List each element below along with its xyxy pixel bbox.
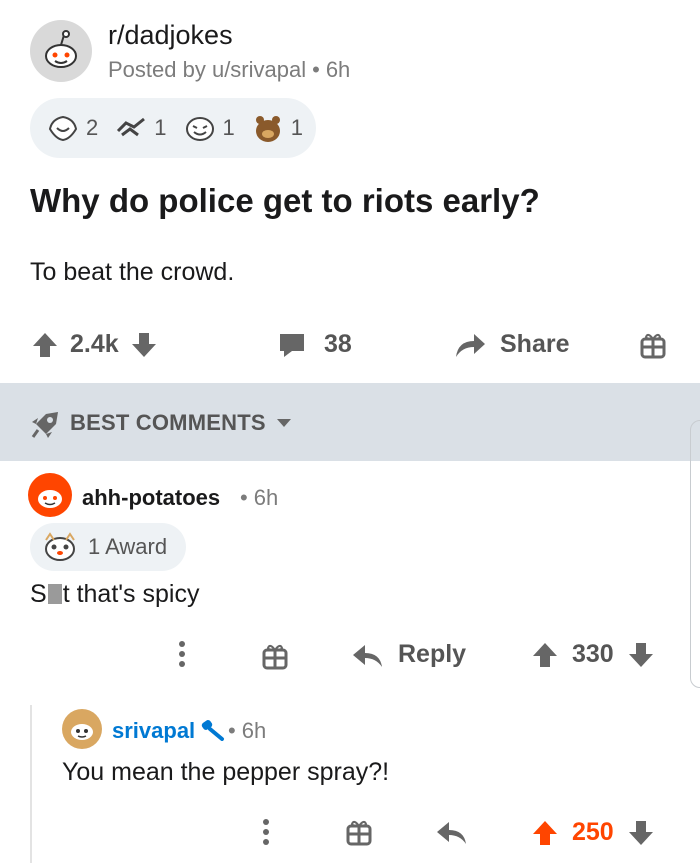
rocket-icon bbox=[31, 412, 58, 438]
chevron-down-icon bbox=[276, 419, 291, 427]
reply-vote-group: 250 bbox=[532, 818, 654, 847]
meta-separator: • bbox=[228, 718, 236, 743]
gift-icon bbox=[640, 333, 666, 359]
scroll-edge bbox=[690, 420, 700, 688]
award-count-2: 1 bbox=[154, 115, 167, 140]
upvote-arrow-icon[interactable] bbox=[32, 331, 58, 359]
posted-by-text[interactable]: Posted by u/srivapal bbox=[108, 57, 306, 83]
comment-reply-button[interactable]: Reply bbox=[352, 640, 466, 669]
comment-username[interactable]: ahh-potatoes bbox=[82, 485, 220, 511]
downvote-arrow-icon[interactable] bbox=[628, 641, 654, 669]
reply-arrow-icon bbox=[353, 644, 382, 667]
post-time: 6h bbox=[325, 57, 351, 82]
meta-separator: • bbox=[240, 485, 248, 510]
comment-text-start: S bbox=[30, 580, 47, 608]
reply-avatar[interactable] bbox=[62, 709, 102, 749]
gift-icon bbox=[346, 820, 372, 846]
share-arrow-icon bbox=[456, 333, 485, 357]
snoo-icon bbox=[45, 30, 77, 68]
reply-more-button[interactable] bbox=[262, 818, 270, 851]
handshake-award-icon bbox=[117, 117, 146, 137]
comment-award-label: 1 Award bbox=[88, 534, 168, 559]
sort-label: BEST COMMENTS bbox=[70, 410, 266, 435]
reply-label: Reply bbox=[398, 640, 467, 668]
post-awards[interactable]: 2 1 1 1 bbox=[30, 98, 316, 158]
share-button[interactable]: Share bbox=[454, 330, 569, 359]
subreddit-avatar[interactable] bbox=[30, 20, 92, 82]
comments-button[interactable]: 38 bbox=[278, 330, 352, 359]
reply-username[interactable]: srivapal bbox=[112, 718, 195, 744]
reply-score: 250 bbox=[572, 818, 614, 846]
award-count-4: 1 bbox=[290, 115, 303, 140]
gift-icon bbox=[262, 644, 288, 670]
dog-award-icon bbox=[45, 532, 75, 561]
censor-block bbox=[47, 584, 62, 604]
post-body: To beat the crowd. bbox=[30, 258, 235, 286]
snoo-icon bbox=[38, 490, 62, 508]
more-options-icon bbox=[263, 819, 269, 845]
snoo-icon bbox=[71, 724, 93, 740]
meta-separator: • bbox=[312, 57, 320, 82]
reply-text: You mean the pepper spray?! bbox=[62, 758, 390, 786]
reply-arrow-icon bbox=[437, 822, 466, 844]
op-microphone-icon bbox=[201, 720, 224, 741]
laughing-face-award-icon bbox=[185, 117, 214, 141]
reply-give-award-button[interactable] bbox=[346, 818, 372, 851]
comment-bubble-icon bbox=[280, 333, 304, 357]
reply-time: 6h bbox=[241, 718, 267, 743]
comments-count: 38 bbox=[324, 330, 352, 358]
post-title[interactable]: Why do police get to riots early? bbox=[30, 182, 540, 220]
post-meta: Posted by u/srivapal • 6h bbox=[108, 57, 350, 83]
award-count-1: 2 bbox=[86, 115, 99, 140]
comment-score: 330 bbox=[572, 640, 614, 668]
wholesome-award-icon bbox=[48, 115, 78, 142]
downvote-arrow-icon[interactable] bbox=[628, 819, 654, 847]
sort-dropdown[interactable]: BEST COMMENTS bbox=[70, 410, 292, 436]
comment-time: 6h bbox=[253, 485, 279, 510]
comment-text: St that's spicy bbox=[30, 580, 199, 609]
post-vote-group: 2.4k bbox=[32, 330, 157, 359]
award-count-3: 1 bbox=[222, 115, 235, 140]
commenter-avatar[interactable] bbox=[28, 473, 72, 517]
downvote-arrow-icon[interactable] bbox=[131, 331, 157, 359]
post-score: 2.4k bbox=[70, 330, 119, 358]
comment-awards[interactable]: 1 Award bbox=[30, 523, 186, 571]
upvote-arrow-icon[interactable] bbox=[532, 819, 558, 847]
thread-line[interactable] bbox=[30, 705, 32, 863]
comment-vote-group: 330 bbox=[532, 640, 654, 669]
reply-reply-button[interactable] bbox=[436, 818, 468, 851]
share-label: Share bbox=[500, 330, 570, 358]
subreddit-name[interactable]: r/dadjokes bbox=[108, 20, 233, 51]
comment-give-award-button[interactable] bbox=[262, 642, 288, 675]
comment-more-button[interactable] bbox=[178, 640, 186, 673]
post-give-award-button[interactable] bbox=[640, 331, 666, 364]
reply-meta: • 6h bbox=[228, 718, 266, 744]
comment-text-end: t that's spicy bbox=[62, 580, 200, 608]
upvote-arrow-icon[interactable] bbox=[532, 641, 558, 669]
bear-award-icon bbox=[255, 116, 280, 142]
comment-meta: • 6h bbox=[240, 485, 278, 511]
more-options-icon bbox=[179, 641, 185, 667]
